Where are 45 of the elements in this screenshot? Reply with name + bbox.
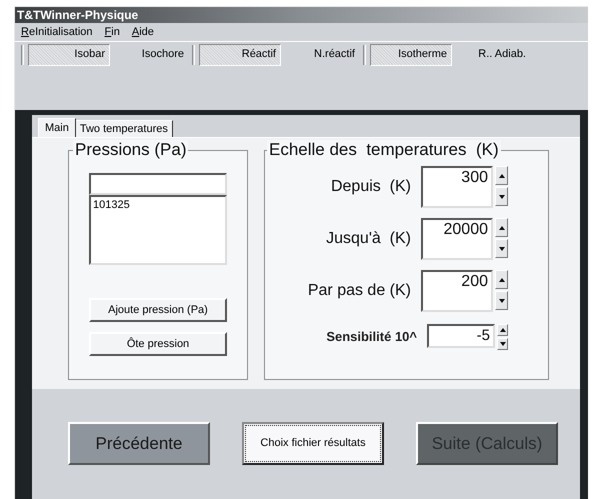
pressure-button[interactable]: Ôte pression (89, 332, 227, 356)
action-button[interactable]: Choix fichier résultats (242, 422, 384, 465)
field-label: Jusqu'à (K) (326, 229, 411, 249)
spin-field[interactable]: 200 (421, 270, 493, 312)
tab[interactable]: Two temperatures (76, 120, 173, 137)
down-arrow-icon (498, 298, 506, 304)
toolbar-button[interactable]: Isotherme (370, 44, 452, 66)
field-label: Par pas de (K) (308, 281, 411, 301)
spin-up-button[interactable] (495, 270, 508, 289)
group-title: Pressions (Pa) (73, 140, 188, 160)
menu-item[interactable]: ReInitialisation (21, 24, 93, 40)
toolbar-button[interactable]: Réactif (199, 44, 281, 66)
spin-down-button[interactable] (495, 239, 508, 258)
toolbar-button[interactable]: N.réactif (281, 44, 361, 66)
field-label: Depuis (K) (330, 177, 411, 197)
up-arrow-icon (498, 276, 506, 282)
toolbar-button[interactable]: Isochore (110, 44, 190, 66)
spin-field[interactable]: -5 (427, 324, 495, 348)
pressure-button[interactable]: Ajoute pression (Pa) (89, 298, 227, 322)
down-arrow-icon (498, 341, 506, 347)
toolbar-button[interactable]: R.. Adiab. (452, 44, 532, 66)
group-title: Echelle des temperatures (K) (267, 140, 501, 160)
spin-up-button[interactable] (495, 218, 508, 237)
spin-down-button[interactable] (495, 187, 508, 206)
tab[interactable]: Main (38, 118, 76, 137)
spin-down-button[interactable] (497, 338, 508, 350)
pressure-list[interactable]: 101325 (89, 195, 227, 265)
field-label: Sensibilité 10^ (326, 328, 417, 346)
spin-up-button[interactable] (495, 166, 508, 185)
spin-up-button[interactable] (497, 324, 508, 336)
input-field[interactable] (89, 173, 227, 195)
spin-down-button[interactable] (495, 291, 508, 310)
down-arrow-icon (498, 246, 506, 252)
toolbar-button[interactable]: Isobar (28, 44, 110, 66)
down-arrow-icon (498, 194, 506, 200)
up-arrow-icon (498, 327, 506, 333)
menu-item[interactable]: Aide (132, 24, 154, 40)
spin-field[interactable]: 300 (421, 166, 493, 208)
spin-field[interactable]: 20000 (421, 218, 493, 260)
up-arrow-icon (498, 172, 506, 178)
action-button[interactable]: Précédente (68, 422, 210, 465)
menu-item[interactable]: Fin (104, 24, 120, 40)
list-item[interactable]: 101325 (93, 197, 223, 214)
window-title: T&TWinner-Physique (15, 7, 588, 23)
up-arrow-icon (498, 224, 506, 230)
